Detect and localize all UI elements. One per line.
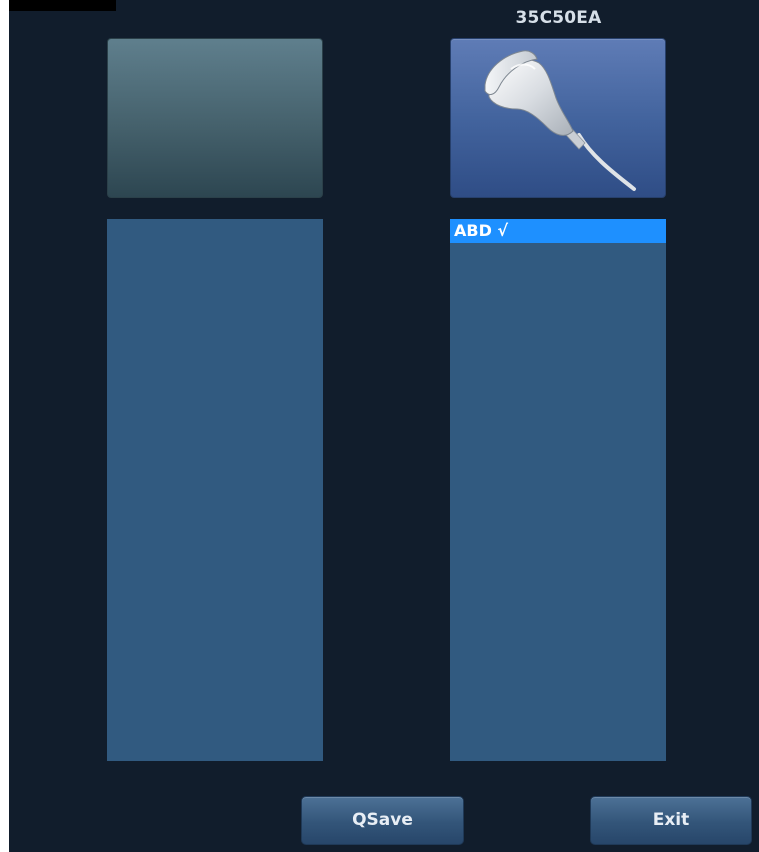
exit-button[interactable]: Exit bbox=[590, 796, 752, 845]
qsave-button[interactable]: QSave bbox=[301, 796, 464, 845]
corner-block bbox=[9, 0, 116, 11]
exam-list-left[interactable] bbox=[107, 219, 323, 761]
exam-list-right[interactable]: ABD √ bbox=[450, 219, 666, 761]
probe-name-label: 35C50EA bbox=[515, 8, 602, 28]
convex-probe-icon bbox=[484, 50, 636, 191]
probe-selection-screen: 35C50EA ABD √ QSave Exit bbox=[9, 0, 759, 852]
probe-slot-left[interactable] bbox=[107, 38, 323, 198]
probe-slot-right[interactable] bbox=[450, 38, 666, 198]
exam-item-abd[interactable]: ABD √ bbox=[450, 219, 666, 243]
